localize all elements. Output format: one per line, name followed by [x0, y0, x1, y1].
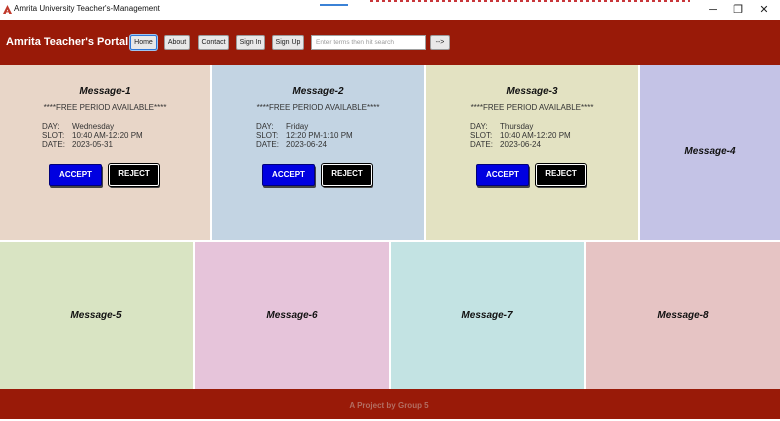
- maximize-button[interactable]: ❐: [728, 2, 748, 18]
- message-panel-7: Message-7: [391, 242, 584, 389]
- accept-button[interactable]: ACCEPT: [262, 164, 315, 186]
- message-title: Message-8: [657, 310, 709, 321]
- slot-row: SLOT: 12:20 PM-1:10 PM: [256, 131, 353, 140]
- announcement-text: ****FREE PERIOD AVAILABLE****: [43, 103, 167, 112]
- message-title: Message-1: [79, 86, 131, 97]
- message-panel-4: Message-4: [640, 65, 780, 240]
- close-button[interactable]: ✕: [754, 2, 774, 18]
- decorative-dashes: [370, 0, 690, 2]
- announcement-text: ****FREE PERIOD AVAILABLE****: [256, 103, 380, 112]
- announcement-text: ****FREE PERIOD AVAILABLE****: [470, 103, 594, 112]
- message-panel-2: Message-2 ****FREE PERIOD AVAILABLE**** …: [212, 65, 424, 240]
- reject-button[interactable]: REJECT: [108, 163, 160, 187]
- message-panel-6: Message-6: [195, 242, 389, 389]
- slot-row: SLOT: 10:40 AM-12:20 PM: [470, 131, 571, 140]
- day-row: DAY: Wednesday: [42, 122, 115, 131]
- message-title: Message-3: [506, 86, 558, 97]
- day-row: DAY: Friday: [256, 122, 309, 131]
- minimize-button[interactable]: ─: [703, 2, 723, 18]
- accept-button[interactable]: ACCEPT: [476, 164, 529, 186]
- message-panel-5: Message-5: [0, 242, 193, 389]
- nav-about-button[interactable]: About: [164, 35, 190, 50]
- window-title: Amrita University Teacher's-Management: [14, 4, 160, 13]
- nav-contact-button[interactable]: Contact: [198, 35, 229, 50]
- date-row: DATE: 2023-06-24: [256, 140, 327, 149]
- message-title: Message-4: [684, 146, 736, 157]
- message-panel-3: Message-3 ****FREE PERIOD AVAILABLE**** …: [426, 65, 638, 240]
- progress-indicator: [320, 4, 348, 6]
- accept-button[interactable]: ACCEPT: [49, 164, 102, 186]
- nav-home-button[interactable]: Home: [130, 35, 157, 50]
- date-row: DATE: 2023-06-24: [470, 140, 541, 149]
- nav-signup-button[interactable]: Sign Up: [272, 35, 304, 50]
- window-titlebar: Amrita University Teacher's-Management ─…: [0, 0, 780, 20]
- message-title: Message-5: [70, 310, 122, 321]
- footer-text: A Project by Group 5: [349, 401, 429, 410]
- search-go-button[interactable]: -->: [430, 35, 450, 50]
- message-panel-1: Message-1 ****FREE PERIOD AVAILABLE**** …: [0, 65, 210, 240]
- brand-title: Amrita Teacher's Portal: [6, 36, 129, 48]
- day-row: DAY: Thursday: [470, 122, 534, 131]
- slot-row: SLOT: 10:40 AM-12:20 PM: [42, 131, 143, 140]
- reject-button[interactable]: REJECT: [321, 163, 373, 187]
- header-bar: Amrita Teacher's Portal Home About Conta…: [0, 20, 780, 65]
- message-title: Message-7: [461, 310, 513, 321]
- message-title: Message-6: [266, 310, 318, 321]
- reject-button[interactable]: REJECT: [535, 163, 587, 187]
- date-row: DATE: 2023-05-31: [42, 140, 113, 149]
- message-panel-8: Message-8: [586, 242, 780, 389]
- message-title: Message-2: [292, 86, 344, 97]
- app-icon: [3, 5, 12, 14]
- nav-signin-button[interactable]: Sign In: [236, 35, 265, 50]
- footer-bar: A Project by Group 5: [0, 389, 780, 419]
- search-input[interactable]: Enter terms then hit search: [311, 35, 426, 50]
